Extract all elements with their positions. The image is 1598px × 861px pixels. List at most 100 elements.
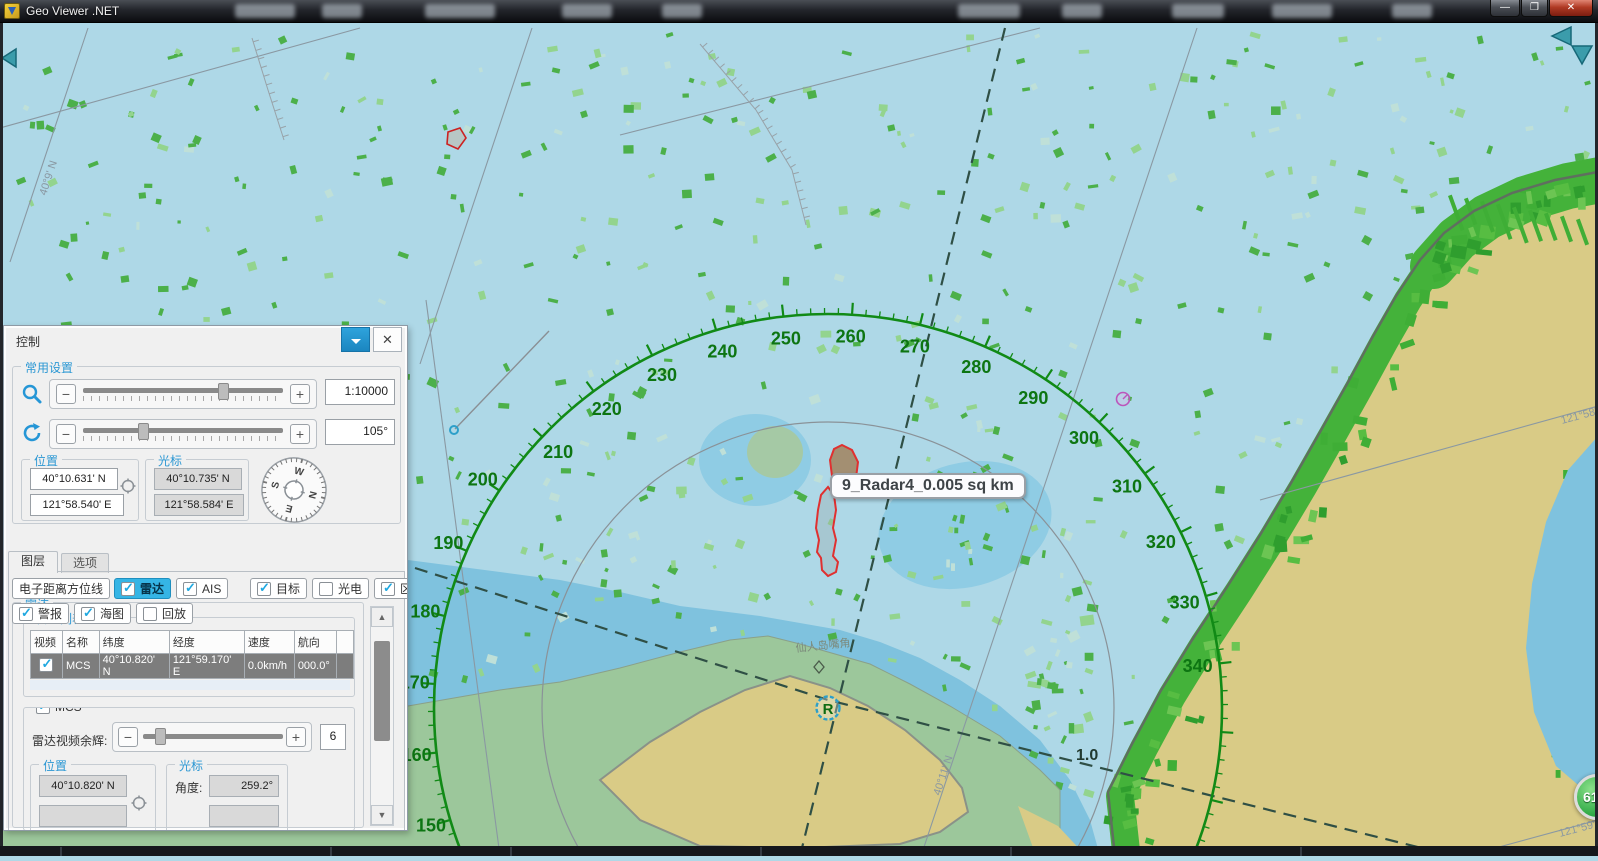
radar-col-速度: 速度	[244, 631, 294, 654]
rotation-slider-track[interactable]	[83, 428, 283, 433]
layer-toggle-光电[interactable]: 光电	[312, 578, 369, 599]
screen: { "window": { "title": "Geo Viewer .NET"…	[0, 0, 1598, 856]
checkbox-光电[interactable]	[319, 582, 333, 596]
radar-table-empty-row	[30, 680, 350, 690]
mcs-cursor-group: 光标 角度: 259.2°	[166, 764, 288, 831]
rotation-value-field[interactable]: 105°	[325, 419, 395, 445]
afterglow-minus-button[interactable]: −	[118, 727, 138, 747]
bearing-label: 330	[1170, 592, 1200, 612]
layer-toggle-目标[interactable]: 目标	[250, 578, 307, 599]
rotation-slider-ticks	[83, 436, 283, 441]
bearing-label: 320	[1146, 532, 1176, 552]
toggle-label: 回放	[162, 605, 186, 622]
scale-plus-button[interactable]: +	[290, 384, 310, 404]
mcs-cursor-label: 光标	[175, 757, 207, 774]
checkbox-海图[interactable]	[81, 607, 95, 621]
layer-toggle-回放[interactable]: 回放	[136, 603, 193, 624]
position-lat-field[interactable]: 40°10.631' N	[30, 468, 118, 490]
scroll-down-button[interactable]: ▼	[371, 805, 393, 825]
radar-area-tooltip: 9_Radar4_0.005 sq km	[830, 473, 1026, 499]
bearing-label: 210	[543, 442, 573, 462]
bearing-label: 250	[771, 328, 801, 348]
checkbox-警报[interactable]	[19, 607, 33, 621]
rotation-minus-button[interactable]: −	[56, 424, 76, 444]
toggle-label: 光电	[338, 580, 362, 597]
panel-title: 控制	[16, 333, 40, 350]
layer-toggle-警报[interactable]: 警报	[12, 603, 69, 624]
position-label: 位置	[30, 452, 62, 469]
scale-slider-thumb[interactable]	[218, 383, 229, 400]
layer-toggle-海图[interactable]: 海图	[74, 603, 131, 624]
angle-label: 角度:	[175, 779, 202, 796]
mcs-cursor-angle-field: 259.2°	[209, 775, 279, 797]
radar-cell: 000.0°	[294, 654, 336, 679]
compass-rose: NESW	[259, 455, 329, 525]
radar-cell	[337, 654, 354, 679]
scale-slider-ticks	[83, 396, 283, 401]
checkbox-雷达[interactable]	[121, 582, 135, 596]
restore-button[interactable]: ❐	[1521, 0, 1548, 17]
radar-group: 雷达 雷达列表 视频名称纬度经度速度航向MCS40°10.820' N121°5…	[12, 602, 364, 828]
position-lon-field[interactable]: 121°58.540' E	[30, 494, 124, 516]
toggle-label: AIS	[202, 582, 221, 596]
checkbox-目标[interactable]	[257, 582, 271, 596]
rotation-slider-thumb[interactable]	[138, 423, 149, 440]
mcs-checkbox[interactable]	[36, 707, 50, 714]
toggle-label: 电子距离方位线	[19, 580, 103, 597]
scroll-up-button[interactable]: ▲	[371, 607, 393, 627]
panel-collapse-button[interactable]	[341, 327, 370, 352]
close-button[interactable]: ✕	[1549, 0, 1593, 17]
checkbox-区域[interactable]	[381, 582, 395, 596]
bearing-label: 200	[468, 469, 498, 489]
mcs-position-label: 位置	[39, 757, 71, 774]
bearing-label: 270	[900, 336, 930, 356]
scale-slider-track[interactable]	[83, 388, 283, 393]
bearing-label: 280	[961, 357, 991, 377]
common-settings-group: 常用设置 − + 1:10000 − + 105° 位置 40°10.631' …	[12, 366, 401, 524]
scrollbar-thumb[interactable]	[374, 641, 390, 741]
radar-station-letter: R	[823, 701, 834, 718]
bearing-label: 340	[1183, 656, 1213, 676]
scale-minus-button[interactable]: −	[56, 384, 76, 404]
radar-cell: 40°10.820' N	[99, 654, 169, 679]
afterglow-value-field[interactable]: 6	[320, 724, 346, 750]
bearing-label: 300	[1069, 428, 1099, 448]
afterglow-slider: − +	[112, 722, 312, 752]
rotate-icon	[20, 421, 44, 445]
tab-options[interactable]: 选项	[61, 553, 109, 573]
radar-col-extra	[337, 631, 354, 654]
radar-col-视频: 视频	[31, 631, 63, 654]
radar-col-纬度: 纬度	[99, 631, 169, 654]
rotation-plus-button[interactable]: +	[290, 424, 310, 444]
panel-close-button[interactable]: ✕	[373, 327, 402, 352]
checkbox-回放[interactable]	[143, 607, 157, 621]
bearing-label: 310	[1112, 477, 1142, 497]
window-title: Geo Viewer .NET	[26, 4, 119, 18]
layer-toggle-区域[interactable]: 区域	[374, 578, 408, 599]
rotation-slider: − +	[49, 419, 317, 449]
panel-scrollbar[interactable]: ▲ ▼	[370, 606, 394, 826]
checkbox-AIS[interactable]	[183, 582, 197, 596]
zoom-icon	[21, 383, 43, 405]
cursor-label: 光标	[154, 452, 186, 469]
radar-video-checkbox[interactable]	[39, 658, 53, 672]
radar-row[interactable]: MCS40°10.820' N121°59.170' E0.0km/h000.0…	[31, 654, 354, 679]
position-group: 位置 40°10.631' N 121°58.540' E	[21, 459, 139, 521]
crosshair-icon	[131, 795, 147, 811]
layer-toggle-电子距离方位线[interactable]: 电子距离方位线	[12, 578, 110, 599]
afterglow-slider-thumb[interactable]	[155, 728, 166, 745]
chevron-down-icon	[351, 339, 361, 349]
radar-cell: 121°59.170' E	[169, 654, 244, 679]
mcs-group: MCS 雷达视频余辉: − + 6 位置 40°10.820' N 光标 角度:…	[23, 707, 355, 831]
bearing-label: 180	[410, 601, 440, 621]
tab-layers[interactable]: 图层	[8, 551, 58, 573]
cursor-lon-field: 121°58.584' E	[154, 494, 244, 516]
afterglow-plus-button[interactable]: +	[286, 727, 306, 747]
bearing-label: 240	[707, 341, 737, 361]
scale-value-field[interactable]: 1:10000	[325, 379, 395, 405]
radar-list-group: 雷达列表 视频名称纬度经度速度航向MCS40°10.820' N121°59.1…	[23, 617, 355, 697]
afterglow-label: 雷达视频余辉:	[32, 732, 107, 749]
layer-toggle-雷达[interactable]: 雷达	[114, 578, 171, 599]
minimize-button[interactable]: —	[1490, 0, 1520, 17]
layer-toggle-AIS[interactable]: AIS	[176, 578, 228, 599]
